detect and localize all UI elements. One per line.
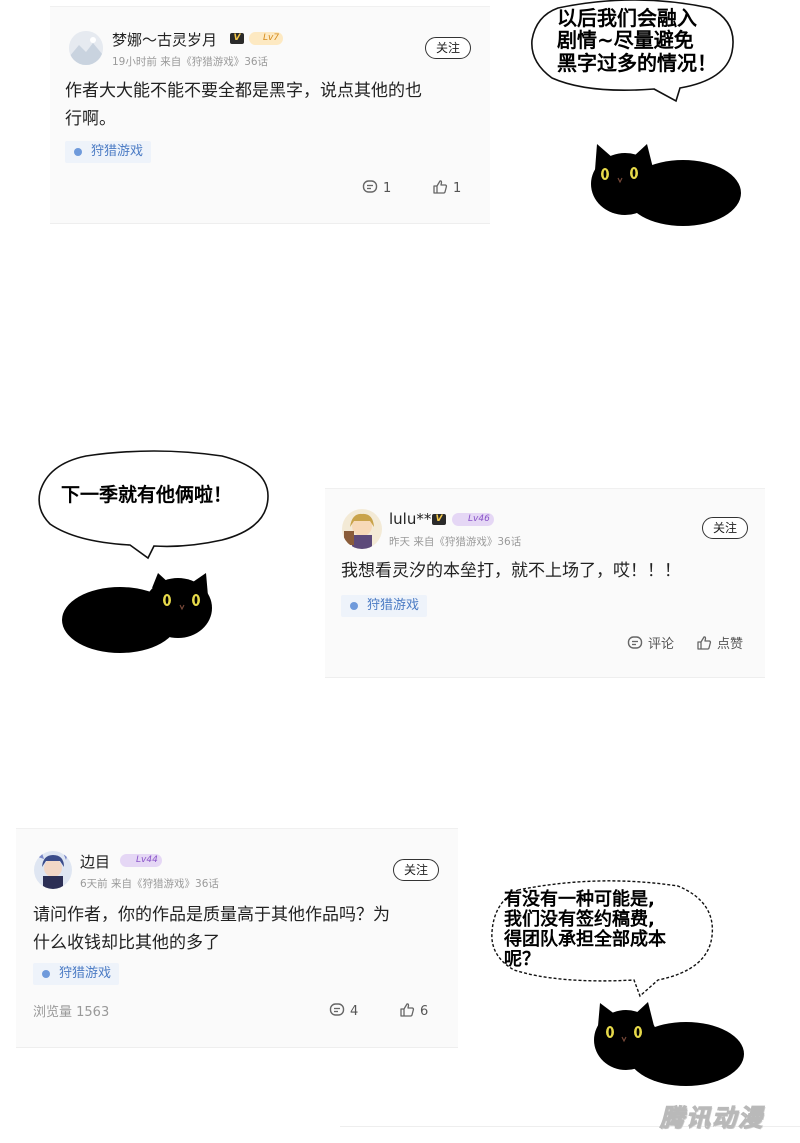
speech-bubble: 以后我们会融入 剧情~尽量避免 黑字过多的情况！ <box>528 0 740 104</box>
watermark-logo: 腾讯动漫 <box>660 1104 764 1133</box>
level-badge: Lv7 <box>249 32 284 45</box>
bubble-line: 下一季就有他俩啦！ <box>61 484 233 506</box>
comment-text-line: 请问作者，你的作品是质量高于其他作品吗？为 <box>33 905 390 925</box>
topic-tag[interactable]: 狩猎游戏 <box>341 595 428 617</box>
comment-text: 请问作者，你的作品是质量高于其他作品吗？为 什么收钱却比其他的多了 <box>33 901 390 957</box>
bubble-line: 剧情~尽量避免 <box>557 28 694 53</box>
username[interactable]: 梦娜～古灵岁月 <box>112 29 217 50</box>
tag-label: 狩猎游戏 <box>367 598 420 613</box>
like-count: 6 <box>420 1004 429 1019</box>
bubble-line: 得团队承担全部成本 <box>504 929 666 951</box>
comment-icon <box>362 180 378 193</box>
follow-button[interactable]: 关注 <box>393 859 439 881</box>
avatar[interactable] <box>342 509 382 549</box>
like-button[interactable]: 1 <box>432 179 461 196</box>
black-cat-illustration <box>62 573 212 653</box>
avatar[interactable] <box>34 851 72 889</box>
bubble-line: 呢？ <box>504 949 540 971</box>
reply-button[interactable]: 4 <box>329 1002 358 1019</box>
username[interactable]: 边目 <box>80 851 110 872</box>
reply-label: 评论 <box>648 637 675 652</box>
bubble-line: 我们没有签约稿费, <box>504 909 655 931</box>
anime-avatar-icon <box>342 509 382 549</box>
comment-card: 边目 Lv44 6天前 来自《狩猎游戏》36话 关注 请问作者，你的作品是质量高… <box>16 828 458 1048</box>
view-count: 浏览量 1563 <box>33 1005 110 1020</box>
topic-tag[interactable]: 狩猎游戏 <box>33 963 120 985</box>
bubble-line: 黑字过多的情况！ <box>557 50 717 75</box>
tag-dot-icon <box>74 148 82 156</box>
thumbs-up-icon <box>697 636 712 650</box>
username[interactable]: lulu** <box>389 510 431 528</box>
comment-meta: 6天前 来自《狩猎游戏》36话 <box>80 878 219 890</box>
speech-bubble: 有没有一种可能是, 我们没有签约稿费, 得团队承担全部成本 呢？ <box>488 876 718 1000</box>
comment-meta: 昨天 来自《狩猎游戏》36话 <box>389 536 522 548</box>
comment-text-line: 行啊。 <box>65 109 116 129</box>
thumbs-up-icon <box>400 1003 415 1017</box>
comment-icon <box>329 1003 345 1016</box>
comment-meta: 19小时前 来自《狩猎游戏》36话 <box>112 56 269 68</box>
comment-icon <box>627 636 643 649</box>
vip-badge: V <box>432 514 446 525</box>
like-count: 1 <box>453 181 462 196</box>
vip-badge: V <box>230 33 244 44</box>
speech-bubble: 下一季就有他俩啦！ <box>36 450 272 560</box>
comment-text-line: 什么收钱却比其他的多了 <box>33 933 220 953</box>
reply-count: 1 <box>383 181 392 196</box>
bubble-text: 有没有一种可能是, 我们没有签约稿费, 得团队承担全部成本 呢？ <box>504 889 666 971</box>
like-button[interactable]: 点赞 <box>696 633 743 652</box>
comment-text-line: 作者大大能不能不要全都是黑字，说点其他的也 <box>65 81 422 101</box>
topic-tag[interactable]: 狩猎游戏 <box>65 141 152 163</box>
black-cat-illustration <box>591 144 741 226</box>
tag-label: 狩猎游戏 <box>91 144 144 159</box>
comment-card: 梦娜～古灵岁月 V Lv7 19小时前 来自《狩猎游戏》36话 关注 作者大大能… <box>50 6 490 224</box>
level-badge: Lv44 <box>120 854 162 867</box>
follow-button[interactable]: 关注 <box>425 37 471 59</box>
follow-button[interactable]: 关注 <box>702 517 748 539</box>
bubble-line: 有没有一种可能是, <box>504 889 655 910</box>
like-button[interactable]: 6 <box>399 1002 428 1019</box>
anime-avatar-icon <box>34 851 72 889</box>
bubble-text: 以后我们会融入 剧情~尽量避免 黑字过多的情况！ <box>557 6 717 75</box>
landscape-avatar-icon <box>69 31 103 65</box>
comment-text: 作者大大能不能不要全都是黑字，说点其他的也 行啊。 <box>65 77 422 133</box>
black-cat-illustration <box>594 1002 744 1086</box>
tag-label: 狩猎游戏 <box>59 966 112 981</box>
comment-text-line: 我想看灵汐的本垒打，就不上场了，哎！！！ <box>341 561 681 581</box>
reply-count: 4 <box>350 1004 359 1019</box>
reply-button[interactable]: 1 <box>362 179 391 196</box>
comment-card: lulu** V Lv46 昨天 来自《狩猎游戏》36话 关注 我想看灵汐的本垒… <box>325 488 765 678</box>
tag-dot-icon <box>42 970 50 978</box>
bubble-text: 下一季就有他俩啦！ <box>61 484 233 506</box>
like-label: 点赞 <box>717 637 744 652</box>
avatar[interactable] <box>69 31 103 65</box>
comment-text: 我想看灵汐的本垒打，就不上场了，哎！！！ <box>341 557 681 585</box>
tag-dot-icon <box>350 602 358 610</box>
bubble-line: 以后我们会融入 <box>557 6 697 30</box>
level-badge: Lv46 <box>452 513 494 526</box>
reply-button[interactable]: 评论 <box>627 633 674 652</box>
thumbs-up-icon <box>433 180 448 194</box>
